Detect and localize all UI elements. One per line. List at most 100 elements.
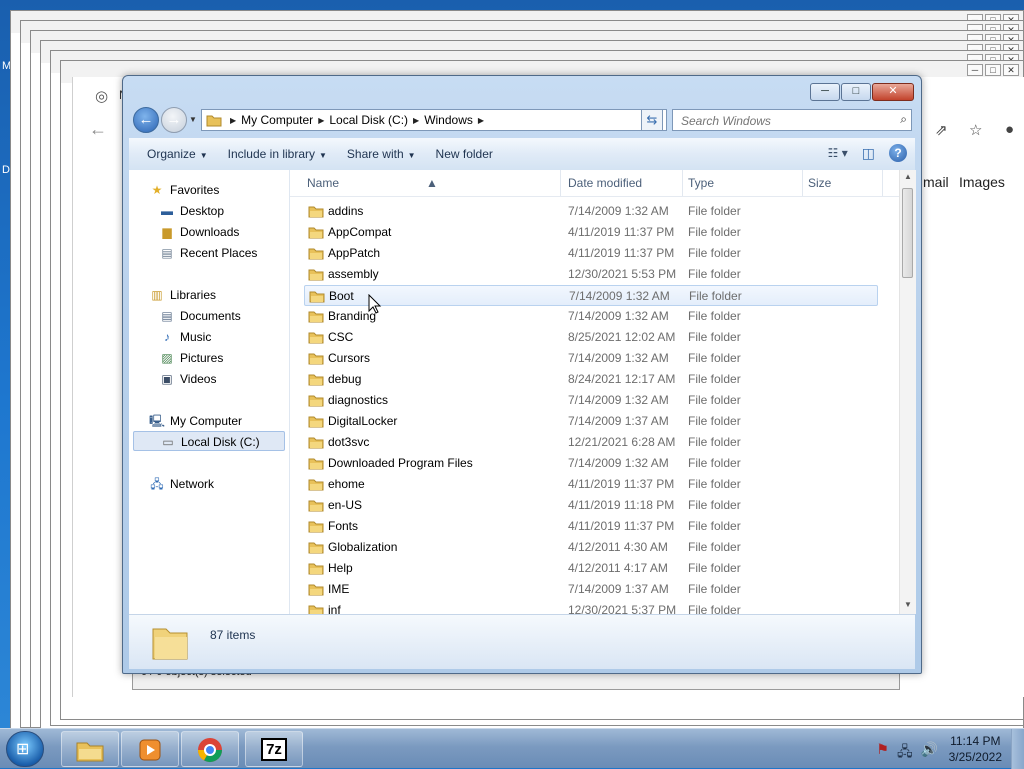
minimize-button[interactable]: ─ <box>810 83 840 101</box>
star-icon[interactable]: ☆ <box>969 121 982 139</box>
file-row[interactable]: diagnostics 7/14/2009 1:32 AM File folder <box>304 390 878 411</box>
refresh-button[interactable]: ⇆ <box>641 109 663 131</box>
folder-icon <box>308 416 324 428</box>
file-name: Boot <box>329 289 354 303</box>
images-link[interactable]: Images <box>959 174 1005 190</box>
file-row[interactable]: inf 12/30/2021 5:37 PM File folder <box>304 600 878 614</box>
nav-music[interactable]: ♪ Music <box>159 327 211 347</box>
file-row[interactable]: dot3svc 12/21/2021 6:28 AM File folder <box>304 432 878 453</box>
back-button[interactable]: ← <box>133 107 159 133</box>
file-row[interactable]: Globalization 4/12/2011 4:30 AM File folde… <box>304 537 878 558</box>
forward-button[interactable]: → <box>161 107 187 133</box>
show-desktop-button[interactable] <box>1011 729 1024 769</box>
column-type[interactable]: Type <box>688 176 714 190</box>
vertical-scrollbar[interactable]: ▲ ▼ <box>899 170 916 614</box>
nav-desktop[interactable]: ▬ Desktop <box>159 201 224 221</box>
file-row[interactable]: AppCompat 4/11/2019 11:37 PM File folder <box>304 222 878 243</box>
file-name: Cursors <box>328 351 371 365</box>
taskbar-media-player[interactable] <box>121 731 179 767</box>
nav-documents[interactable]: ▤ Documents <box>159 306 240 326</box>
nav-label: Music <box>180 330 212 344</box>
back-arrow-icon[interactable]: ← <box>89 119 107 140</box>
taskbar-7zip[interactable]: 7z <box>245 731 303 767</box>
scroll-up-icon[interactable]: ▲ <box>904 172 912 181</box>
action-center-icon[interactable]: ⚑ <box>876 741 889 765</box>
clock-date: 3/25/2022 <box>948 750 1002 764</box>
file-row[interactable]: Cursors 7/14/2009 1:32 AM File folder <box>304 348 878 369</box>
clock[interactable]: 11:14 PM 3/25/2022 <box>949 733 1002 765</box>
nav-libraries[interactable]: ▥ Libraries <box>149 285 216 305</box>
file-row[interactable]: Fonts 4/11/2019 11:37 PM File folder <box>304 516 878 537</box>
file-row[interactable]: Help 4/12/2011 4:17 AM File folder <box>304 558 878 579</box>
star-icon: ★ <box>151 183 163 197</box>
new-folder-button[interactable]: New folder <box>426 147 503 161</box>
file-row[interactable]: AppPatch 4/11/2019 11:37 PM File folder <box>304 243 878 264</box>
maximize-button[interactable]: □ <box>841 83 871 101</box>
chrome-tab-icon[interactable]: ◎ <box>95 87 108 105</box>
file-row[interactable]: DigitalLocker 7/14/2009 1:37 AM File folde… <box>304 411 878 432</box>
file-row[interactable]: debug 8/24/2021 12:17 AM File folder <box>304 369 878 390</box>
nav-label: Desktop <box>180 204 225 218</box>
file-row[interactable]: assembly 12/30/2021 5:53 PM File folder <box>304 264 878 285</box>
documents-icon: ▤ <box>161 309 173 323</box>
nav-label: Recent Places <box>180 246 258 260</box>
search-box[interactable]: ⌕ <box>672 109 912 131</box>
nav-local-disk[interactable]: ▭ Local Disk (C:) <box>133 431 285 451</box>
breadcrumb-windows[interactable]: Windows <box>419 113 478 127</box>
nav-videos[interactable]: ▣ Videos <box>159 369 216 389</box>
breadcrumb-my-computer[interactable]: My Computer <box>236 113 318 127</box>
file-type: File folder <box>688 309 741 323</box>
crumb-arrow-icon[interactable]: ▶ <box>478 116 484 125</box>
taskbar-chrome[interactable] <box>181 731 239 767</box>
organize-menu[interactable]: Organize ▼ <box>137 147 218 161</box>
file-name: DigitalLocker <box>328 414 398 428</box>
clock-time: 11:14 PM <box>950 734 1001 748</box>
address-bar[interactable]: ▶ My Computer ▶ Local Disk (C:) ▶ Window… <box>201 109 667 131</box>
folder-icon <box>308 227 324 239</box>
nav-network[interactable]: 🖧 Network <box>149 474 214 494</box>
file-type: File folder <box>688 561 741 575</box>
file-row[interactable]: IME 7/14/2009 1:37 AM File folder <box>304 579 878 600</box>
explorer-window[interactable]: ─ □ ✕ ← → ▼ ▶ My Computer ▶ Local Disk (… <box>122 75 922 674</box>
file-date-modified: 8/24/2021 12:17 AM <box>568 372 676 386</box>
taskbar-explorer[interactable] <box>61 731 119 767</box>
recent-places-icon: ▤ <box>161 246 173 260</box>
include-in-library-menu[interactable]: Include in library ▼ <box>218 147 337 161</box>
file-row[interactable]: en-US 4/11/2019 11:18 PM File folder <box>304 495 878 516</box>
search-input[interactable] <box>679 111 888 131</box>
preview-pane-icon[interactable]: ◫ <box>862 145 875 162</box>
chevron-down-icon: ▼ <box>407 151 416 160</box>
network-tray-icon[interactable]: 🖧 <box>897 741 913 765</box>
folder-icon <box>308 269 324 281</box>
close-button[interactable]: ✕ <box>872 83 914 101</box>
file-row[interactable]: Branding 7/14/2009 1:32 AM File folder <box>304 306 878 327</box>
share-icon[interactable]: ⇗ <box>935 121 948 139</box>
volume-icon[interactable]: 🔊 <box>921 741 938 765</box>
view-options-icon[interactable]: ☷ ▾ <box>828 146 848 160</box>
breadcrumb-local-disk[interactable]: Local Disk (C:) <box>324 113 413 127</box>
file-row[interactable]: ehome 4/11/2019 11:37 PM File folder <box>304 474 878 495</box>
column-name[interactable]: Name <box>307 176 339 190</box>
nav-recent-places[interactable]: ▤ Recent Places <box>159 243 257 263</box>
file-row[interactable]: Downloaded Program Files 7/14/2009 1:32 A… <box>304 453 878 474</box>
profile-icon[interactable]: ● <box>1005 121 1014 138</box>
recent-pages-dropdown-icon[interactable]: ▼ <box>189 115 197 124</box>
file-row[interactable]: CSC 8/25/2021 12:02 AM File folder <box>304 327 878 348</box>
nav-downloads[interactable]: ▆ Downloads <box>159 222 239 242</box>
share-with-menu[interactable]: Share with ▼ <box>337 147 426 161</box>
search-icon[interactable]: ⌕ <box>900 112 907 127</box>
nav-my-computer[interactable]: 🖳 My Computer <box>149 411 242 431</box>
help-icon[interactable]: ? <box>889 144 907 162</box>
file-row[interactable]: addins 7/14/2009 1:32 AM File folder <box>304 201 878 222</box>
file-type: File folder <box>688 393 741 407</box>
gmail-link[interactable]: mail <box>923 174 949 190</box>
start-button[interactable]: ⊞ <box>6 731 44 767</box>
nav-favorites[interactable]: ★ Favorites <box>149 180 220 200</box>
scrollbar-thumb[interactable] <box>902 188 913 278</box>
column-size[interactable]: Size <box>808 176 831 190</box>
column-date-modified[interactable]: Date modified <box>568 176 642 190</box>
desktop-label-fragment: D <box>2 164 10 176</box>
file-row[interactable]: Boot 7/14/2009 1:32 AM File folder <box>304 285 878 306</box>
nav-pictures[interactable]: ▨ Pictures <box>159 348 223 368</box>
scroll-down-icon[interactable]: ▼ <box>904 600 912 609</box>
